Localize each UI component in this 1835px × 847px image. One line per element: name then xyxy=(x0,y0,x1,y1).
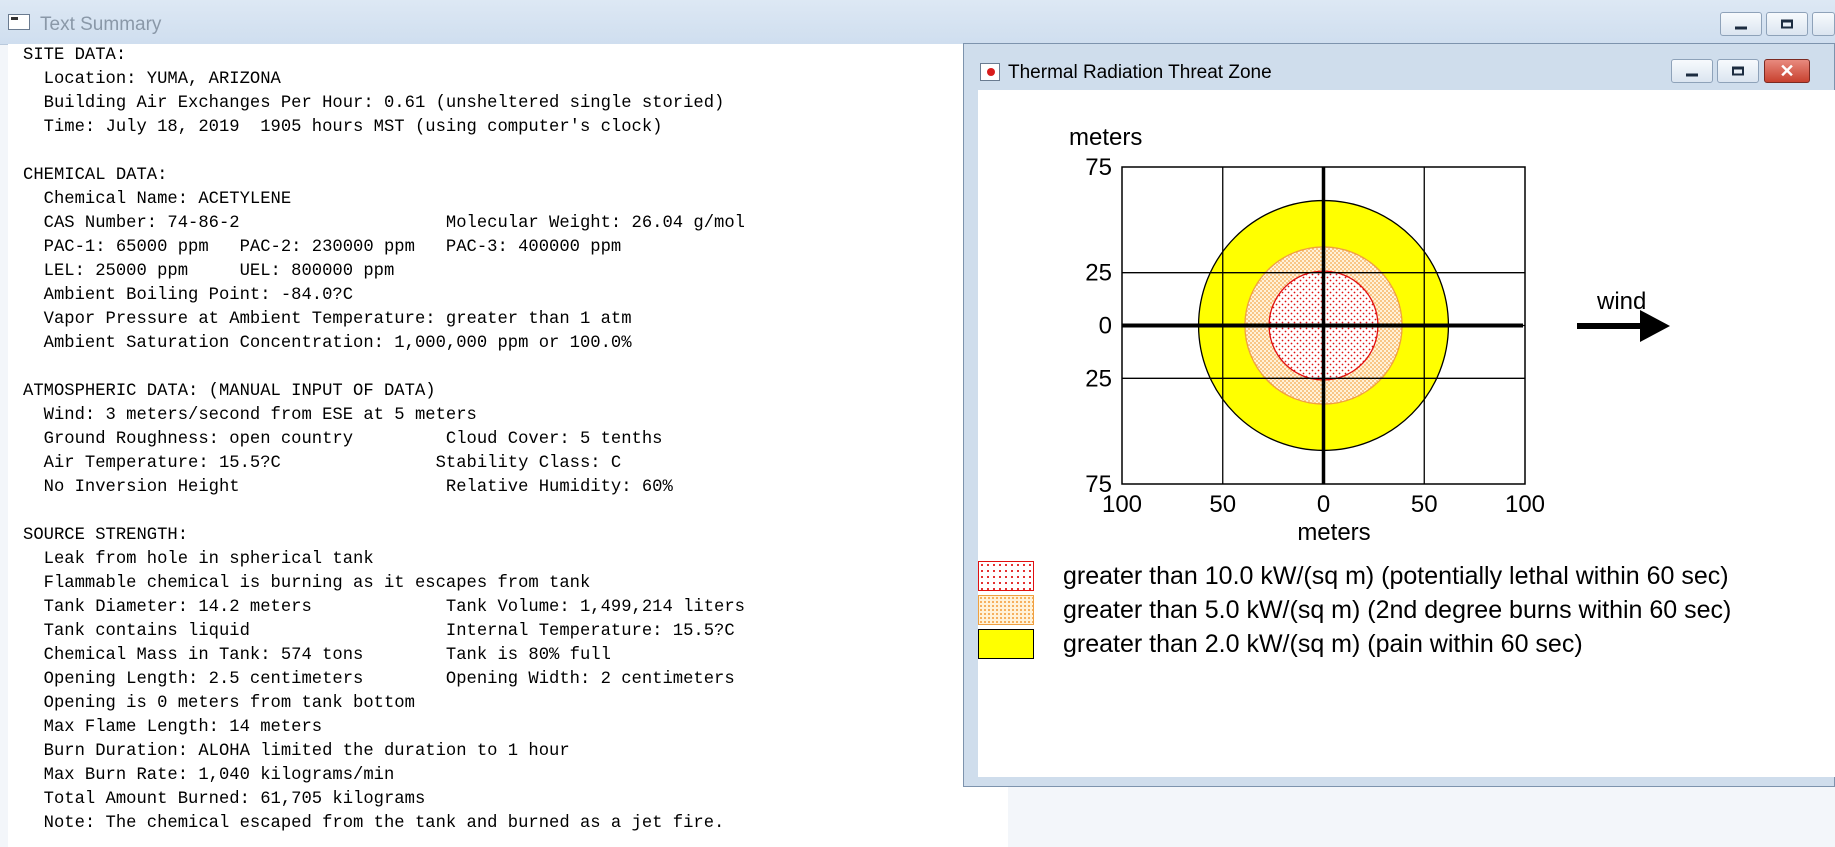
threat-zone-chart: 100 50 0 50 100752502575 meters meters wind xyxy=(1069,124,1670,546)
minimize-icon xyxy=(1686,73,1698,77)
legend-swatch xyxy=(978,561,1034,591)
y-tick-label: 25 xyxy=(1085,365,1112,392)
x-tick-label: 100 xyxy=(1505,491,1545,518)
maximize-icon xyxy=(1732,66,1744,76)
y-tick-label: 25 xyxy=(1085,260,1112,287)
minimize-icon xyxy=(1735,26,1747,30)
window-app-icon xyxy=(8,14,30,30)
threat-zone-maximize-button[interactable] xyxy=(1717,59,1759,83)
text-summary-panel[interactable]: SITE DATA: Location: YUMA, ARIZONA Build… xyxy=(8,44,1008,847)
y-axis-label: meters xyxy=(1069,124,1142,151)
legend-label: greater than 5.0 kW/(sq m) (2nd degree b… xyxy=(1063,596,1732,624)
close-icon: ✕ xyxy=(1779,61,1795,81)
legend-label: greater than 10.0 kW/(sq m) (potentially… xyxy=(1063,562,1729,590)
summary-text: SITE DATA: Location: YUMA, ARIZONA Build… xyxy=(23,46,745,833)
threat-zone-title-bar[interactable]: Thermal Radiation Threat Zone ✕ xyxy=(964,44,1834,88)
main-minimize-button[interactable] xyxy=(1720,12,1762,36)
threat-zone-app-icon xyxy=(980,63,1000,81)
x-tick-label: 50 xyxy=(1209,491,1236,518)
x-axis-label: meters xyxy=(1297,519,1370,546)
x-tick-label: 0 xyxy=(1317,491,1330,518)
maximize-icon xyxy=(1781,19,1793,29)
x-tick-label: 50 xyxy=(1411,491,1438,518)
y-tick-label: 75 xyxy=(1085,471,1112,498)
y-tick-label: 0 xyxy=(1099,313,1112,340)
threat-zone-plot-area: 100 50 0 50 100 75 25 0 25 75 meters meters wind … xyxy=(978,90,1835,777)
y-tick-label: 75 xyxy=(1085,154,1112,181)
threat-zone-close-button[interactable]: ✕ xyxy=(1764,59,1810,83)
legend-swatch xyxy=(978,629,1034,659)
main-close-button[interactable] xyxy=(1812,12,1835,36)
main-title-bar: Text Summary xyxy=(0,0,1835,45)
main-window-title: Text Summary xyxy=(40,14,162,35)
threat-zone-window-title: Thermal Radiation Threat Zone xyxy=(1008,62,1272,83)
wind-label: wind xyxy=(1596,288,1646,315)
main-maximize-button[interactable] xyxy=(1766,12,1808,36)
legend-label: greater than 2.0 kW/(sq m) (pain within … xyxy=(1063,630,1583,658)
threat-zone-minimize-button[interactable] xyxy=(1671,59,1713,83)
legend-swatch xyxy=(978,595,1034,625)
threat-zone-window[interactable]: Thermal Radiation Threat Zone ✕ 100 50 0 xyxy=(963,43,1835,787)
